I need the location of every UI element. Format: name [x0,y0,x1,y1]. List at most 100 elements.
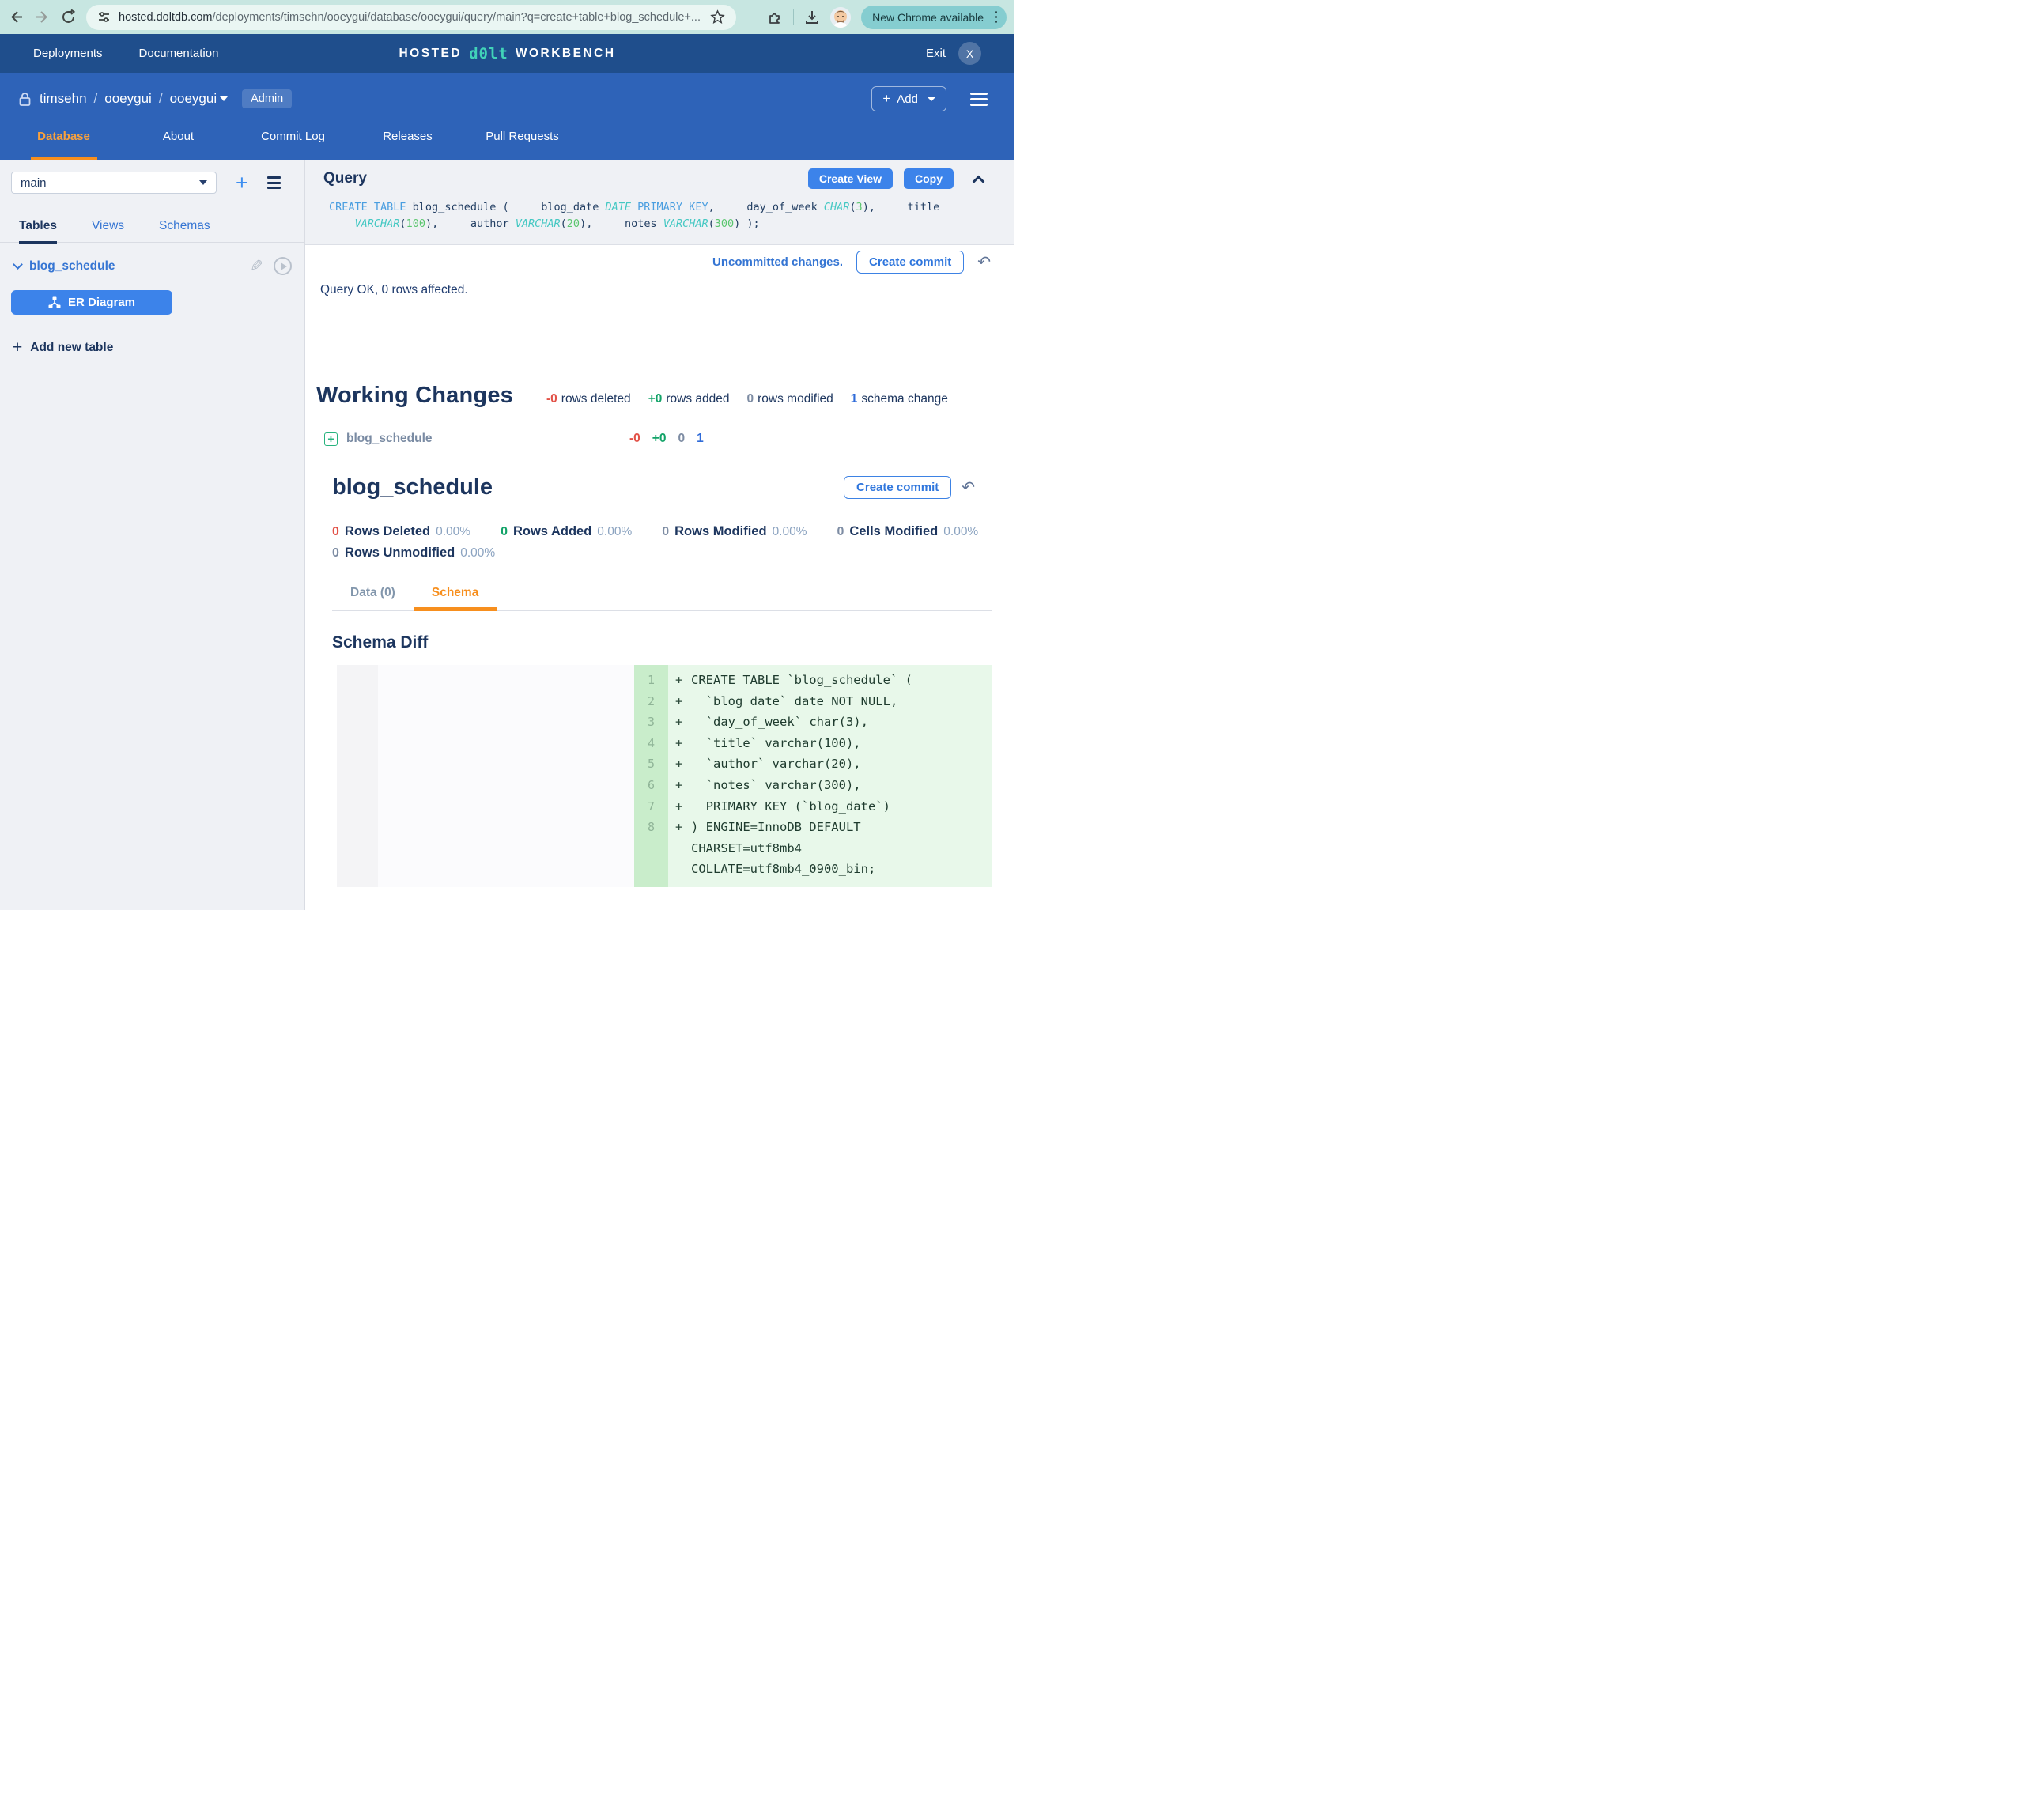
table-stats-row: 0Rows Deleted0.00% 0Rows Added0.00% 0Row… [332,524,992,539]
query-result-message: Query OK, 0 rows affected. [320,283,1014,297]
add-plus-icon: + [882,91,890,107]
diff-tabs: Data (0) Schema [332,586,992,611]
tab-about[interactable]: About [121,125,236,160]
table-diff-section: blog_schedule Create commit ↶ 0Rows Dele… [332,474,992,887]
tab-database[interactable]: Database [6,125,121,160]
repo-tabs: Database About Commit Log Releases Pull … [0,125,1014,160]
rows-unmodified-value: 0 [332,546,339,561]
add-table-label: Add new table [30,341,113,355]
browser-menu-icon[interactable] [990,8,1002,26]
rows-added-label: Rows Added [513,524,591,539]
sql-query-text[interactable]: CREATE TABLE blog_schedule ( blog_date D… [329,199,984,232]
stat-rows-modified-value: 0 [747,392,754,406]
site-settings-icon[interactable] [97,10,111,24]
query-panel: Query Create View Copy CREATE TABLE blog… [305,160,1014,245]
download-icon[interactable] [804,9,820,25]
nav-deployments[interactable]: Deployments [33,47,103,60]
chevron-down-icon[interactable] [13,259,23,270]
tab-schema[interactable]: Schema [414,586,497,610]
url-bar[interactable]: hosted.doltdb.com/deployments/timsehn/oo… [86,5,736,30]
rows-modified-label: Rows Modified [674,524,766,539]
nav-documentation[interactable]: Documentation [139,47,219,60]
schema-diff-title: Schema Diff [332,633,992,652]
er-diagram-label: ER Diagram [68,296,135,309]
diff-old-linenum-column [337,665,378,887]
stat-rows-added-label: rows added [666,392,729,406]
browser-toolbar: hosted.doltdb.com/deployments/timsehn/oo… [0,0,1014,34]
lock-icon [19,92,31,106]
copy-button[interactable]: Copy [904,168,954,189]
menu-icon[interactable] [970,93,988,106]
diff-line: 3+ `day_of_week` char(3), [634,712,992,733]
back-icon[interactable] [8,9,24,25]
add-caret-icon [928,97,935,101]
undo-table-icon[interactable]: ↶ [962,480,975,496]
reload-icon[interactable] [60,9,76,25]
rows-unmodified-pct: 0.00% [460,546,495,561]
rows-added-pct: 0.00% [597,525,632,539]
table-stats-row-2: 0 Rows Unmodified 0.00% [332,546,992,561]
bookmark-star-icon[interactable] [710,9,725,25]
working-changes-stats: -0rows deleted +0rows added 0rows modifi… [546,392,948,406]
breadcrumb-database[interactable]: ooeygui [170,91,217,107]
close-workbench-button[interactable]: X [958,42,981,65]
branch-caret-icon [199,180,207,185]
stat-rows-deleted-label: rows deleted [561,392,631,406]
profile-avatar[interactable] [830,7,851,28]
rows-deleted-pct: 0.00% [436,525,470,539]
branch-menu-icon[interactable] [267,176,281,189]
database-selector-caret-icon[interactable] [220,96,228,101]
chrome-update-button[interactable]: New Chrome available [861,6,1007,29]
extensions-icon[interactable] [767,9,783,25]
sidebar-table-blog-schedule[interactable]: blog_schedule [29,259,115,274]
tab-commit-log[interactable]: Commit Log [236,125,350,160]
undo-icon[interactable]: ↶ [977,255,991,270]
run-query-icon[interactable] [274,257,292,275]
uncommitted-changes-link[interactable]: Uncommitted changes. [712,255,843,269]
diff-line: 8+) ENGINE=InnoDB DEFAULT CHARSET=utf8mb… [634,817,992,880]
breadcrumb-owner[interactable]: timsehn [40,91,87,107]
sidebar-tab-schemas[interactable]: Schemas [159,219,210,242]
toolbar-divider [793,9,794,25]
rows-unmodified-label: Rows Unmodified [345,546,455,561]
working-changes-section: Working Changes -0rows deleted +0rows ad… [316,383,1003,446]
collapse-query-icon[interactable] [973,175,985,187]
tab-data[interactable]: Data (0) [332,586,414,610]
chrome-update-label: New Chrome available [872,11,984,24]
stat-rows-deleted-value: -0 [546,392,557,406]
changed-table-link[interactable]: blog_schedule [346,432,629,446]
sidebar-tab-views[interactable]: Views [92,219,124,242]
app-top-nav: Deployments Documentation HOSTED d0lt WO… [0,34,1014,73]
er-diagram-icon [48,296,61,308]
diff-new-rows: 1+CREATE TABLE `blog_schedule` (2+ `blog… [634,665,992,887]
forward-icon[interactable] [34,9,50,25]
diff-line: 5+ `author` varchar(20), [634,753,992,775]
breadcrumb-deployment[interactable]: ooeygui [104,91,152,107]
row-schema-count: 1 [697,432,704,446]
edit-table-icon[interactable]: ✎ [250,256,263,276]
add-new-table-button[interactable]: + Add new table [0,338,304,357]
working-changes-title: Working Changes [316,383,513,409]
stat-schema-change-value: 1 [851,392,858,406]
stat-schema-change-label: schema change [861,392,947,406]
branch-selector[interactable]: main [11,172,217,194]
diff-line: 7+ PRIMARY KEY (`blog_date`) [634,796,992,817]
new-branch-icon[interactable]: + [236,175,248,191]
url-host: hosted.doltdb.com [119,11,213,24]
sidebar-tab-tables[interactable]: Tables [19,219,57,244]
rows-modified-value: 0 [662,525,669,539]
er-diagram-button[interactable]: ER Diagram [11,290,172,315]
create-commit-button-table[interactable]: Create commit [844,476,951,499]
add-button[interactable]: + Add [871,86,946,111]
tab-releases[interactable]: Releases [350,125,465,160]
create-view-button[interactable]: Create View [808,168,893,189]
url-text[interactable]: hosted.doltdb.com/deployments/timsehn/oo… [119,11,702,24]
schema-diff-block: 1+CREATE TABLE `blog_schedule` (2+ `blog… [337,665,992,887]
diff-line: 4+ `title` varchar(100), [634,733,992,754]
database-sidebar: main + Tables Views Schemas blog_schedul… [0,160,305,910]
tab-pull-requests[interactable]: Pull Requests [465,125,580,160]
sidebar-tabs: Tables Views Schemas [0,219,304,243]
create-commit-button[interactable]: Create commit [856,251,964,274]
table-section-title: blog_schedule [332,474,493,500]
exit-link[interactable]: Exit [926,47,946,60]
